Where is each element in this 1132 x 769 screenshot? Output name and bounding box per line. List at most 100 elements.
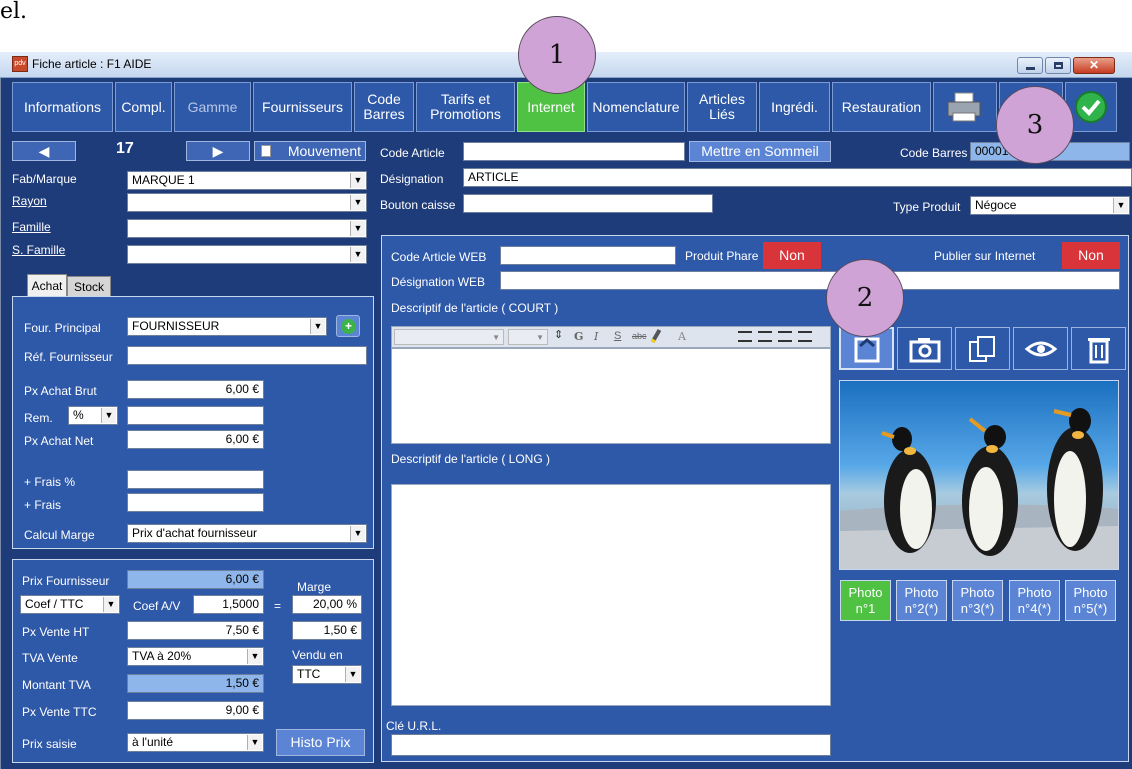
vendu-en-select[interactable]: TTC ▼ [292, 665, 362, 684]
photo-2-button[interactable]: Photo n°2(*) [896, 580, 947, 621]
tab-nomenclature[interactable]: Nomenclature [587, 82, 685, 132]
px-achat-brut-input[interactable]: 6,00 € [127, 380, 264, 399]
tab-restauration[interactable]: Restauration [832, 82, 931, 132]
minimize-icon [1026, 67, 1035, 70]
delete-photo-button[interactable] [1071, 327, 1126, 370]
chevron-down-icon: ▼ [350, 247, 365, 262]
photo-3-button[interactable]: Photo n°3(*) [952, 580, 1003, 621]
print-button[interactable] [933, 82, 997, 132]
align-left-icon[interactable] [738, 331, 752, 342]
bold-button[interactable]: G [574, 330, 583, 343]
mettre-en-sommeil-button[interactable]: Mettre en Sommeil [689, 141, 831, 162]
designation-web-input[interactable] [500, 271, 1120, 290]
code-article-web-input[interactable] [500, 246, 676, 265]
sfamille-select[interactable]: ▼ [127, 245, 367, 264]
tab-tarifs-promotions[interactable]: Tarifs et Promotions [416, 82, 515, 132]
prix-fournisseur-input[interactable]: 6,00 € [127, 570, 264, 589]
font-color-button[interactable]: A [678, 330, 686, 343]
cle-url-input[interactable] [391, 734, 831, 756]
frais-pct-input[interactable] [127, 470, 264, 489]
font-select[interactable]: ▼ [394, 329, 504, 345]
rem-input[interactable] [127, 406, 264, 425]
underline-button[interactable]: S [614, 330, 621, 342]
type-produit-select[interactable]: Négoce ▼ [970, 196, 1130, 215]
vendu-en-label: Vendu en [292, 648, 343, 662]
italic-button[interactable]: I [594, 330, 598, 343]
ref-fournisseur-label: Réf. Fournisseur [24, 350, 113, 364]
tab-articles-lies[interactable]: Articles Liés [687, 82, 757, 132]
chevron-down-icon: ▼ [536, 333, 544, 342]
rayon-select[interactable]: ▼ [127, 193, 367, 212]
coef-type-select[interactable]: Coef / TTC ▼ [20, 595, 120, 614]
photo-5-button[interactable]: Photo n°5(*) [1065, 580, 1116, 621]
tab-code-barres[interactable]: Code Barres [354, 82, 414, 132]
strike-button[interactable]: abc [632, 331, 647, 341]
px-achat-net-input[interactable]: 6,00 € [127, 430, 264, 449]
descriptif-long-editor[interactable] [391, 484, 831, 706]
px-vente-ttc-input[interactable]: 9,00 € [127, 701, 264, 720]
rayon-link[interactable]: Rayon [12, 193, 47, 209]
camera-icon [909, 337, 940, 362]
frais-input[interactable] [127, 493, 264, 512]
famille-select[interactable]: ▼ [127, 219, 367, 238]
minimize-button[interactable] [1017, 57, 1043, 74]
frais-pct-label: + Frais % [24, 475, 76, 489]
code-article-input[interactable] [463, 142, 685, 161]
view-photo-button[interactable] [1013, 327, 1068, 370]
tab-informations[interactable]: Informations [12, 82, 113, 132]
tab-fournisseurs[interactable]: Fournisseurs [253, 82, 352, 132]
ref-fournisseur-input[interactable] [127, 346, 367, 365]
tab-compl[interactable]: Compl. [115, 82, 172, 132]
maximize-button[interactable] [1045, 57, 1071, 74]
designation-input[interactable]: ARTICLE [463, 168, 1132, 187]
sfamille-link[interactable]: S. Famille [12, 242, 65, 258]
px-vente-ht-input[interactable]: 7,50 € [127, 621, 264, 640]
size-select[interactable]: ▼ [508, 329, 548, 345]
previous-button[interactable]: ◀ [12, 141, 76, 161]
chevron-down-icon: ▼ [247, 735, 262, 750]
coef-av-input[interactable]: 1,5000 [193, 595, 264, 614]
prix-saisie-select[interactable]: à l'unité ▼ [127, 733, 264, 752]
montant-tva-input[interactable]: 1,50 € [127, 674, 264, 693]
prix-saisie-label: Prix saisie [22, 737, 77, 751]
bouton-caisse-label: Bouton caisse [380, 198, 456, 212]
close-window-button[interactable]: ✕ [1073, 57, 1115, 74]
photo-preview [839, 380, 1119, 570]
subtab-stock[interactable]: Stock [67, 276, 111, 296]
tva-vente-select[interactable]: TVA à 20% ▼ [127, 647, 264, 666]
fab-marque-select[interactable]: MARQUE 1 ▼ [127, 171, 367, 190]
publier-internet-toggle[interactable]: Non [1062, 242, 1120, 269]
mouvement-button[interactable]: Mouvement [254, 141, 366, 161]
code-article-label: Code Article [380, 146, 445, 160]
marge-value-input[interactable]: 1,50 € [292, 621, 362, 640]
align-center-icon[interactable] [758, 331, 772, 342]
spin-icon[interactable]: ⇕ [554, 328, 563, 341]
camera-button[interactable] [897, 327, 952, 370]
rem-unit-select[interactable]: % ▼ [68, 406, 118, 425]
checkmark-icon [1075, 91, 1107, 123]
rem-label: Rem. [24, 411, 53, 425]
add-fournisseur-button[interactable]: + [336, 315, 360, 337]
next-button[interactable]: ▶ [186, 141, 250, 161]
justify-icon[interactable] [798, 331, 812, 342]
produit-phare-toggle[interactable]: Non [763, 242, 821, 269]
subtab-achat[interactable]: Achat [27, 274, 67, 296]
tab-gamme[interactable]: Gamme [174, 82, 251, 132]
align-right-icon[interactable] [778, 331, 792, 342]
tab-ingredi[interactable]: Ingrédi. [759, 82, 830, 132]
highlight-pen-icon[interactable] [650, 328, 662, 344]
chevron-down-icon: ▼ [492, 333, 500, 342]
descriptif-court-editor[interactable] [391, 348, 831, 444]
chevron-down-icon: ▼ [101, 408, 116, 423]
code-barres-label: Code Barres [900, 146, 968, 160]
annotation-3: 3 [996, 86, 1074, 164]
import-photo-button[interactable] [955, 327, 1010, 370]
photo-1-button[interactable]: Photo n°1 [840, 580, 891, 621]
bouton-caisse-input[interactable] [463, 194, 713, 213]
fournisseur-select[interactable]: FOURNISSEUR ▼ [127, 317, 327, 336]
photo-4-button[interactable]: Photo n°4(*) [1009, 580, 1060, 621]
histo-prix-button[interactable]: Histo Prix [276, 729, 365, 756]
marge-pct-input[interactable]: 20,00 % [292, 595, 362, 614]
famille-link[interactable]: Famille [12, 219, 51, 235]
calcul-marge-select[interactable]: Prix d'achat fournisseur ▼ [127, 524, 367, 543]
